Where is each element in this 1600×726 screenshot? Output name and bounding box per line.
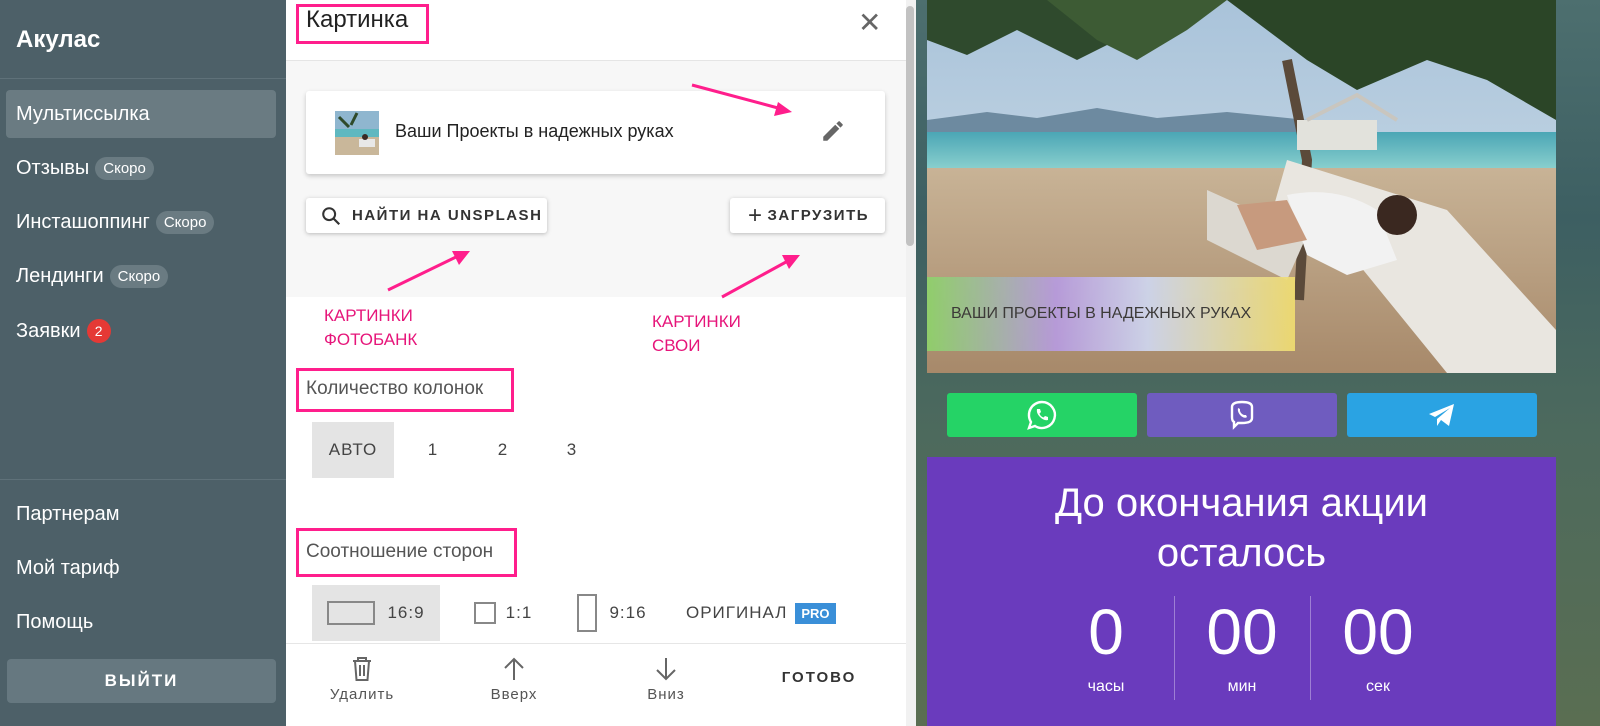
sidebar-item-multilink[interactable]: Мультиссылка (6, 90, 276, 138)
sidebar-item-partners[interactable]: Партнерам (6, 490, 276, 538)
columns-option-auto[interactable]: АВТО (312, 422, 394, 478)
countdown-hours-label: часы (1087, 678, 1125, 695)
search-icon (322, 206, 341, 225)
sidebar-item-label: Отзывы (16, 156, 90, 179)
soon-badge: Скоро (155, 210, 215, 234)
telegram-icon (1429, 404, 1454, 426)
countdown-minutes-label: мин (1227, 678, 1257, 695)
aspect-label: 9:16 (609, 603, 647, 622)
move-up-label: Вверх (490, 686, 538, 703)
upload-button[interactable]: + ЗАГРУЗИТЬ (730, 198, 885, 233)
sidebar-item-my-plan[interactable]: Мой тариф (6, 544, 276, 592)
upload-label: ЗАГРУЗИТЬ (767, 207, 870, 224)
aspect-label: 1:1 (505, 603, 533, 622)
move-up-button[interactable]: Вверх (459, 656, 569, 703)
logout-button[interactable]: ВЫЙТИ (7, 659, 276, 703)
sidebar-item-requests[interactable]: Заявки 2 (6, 307, 276, 355)
delete-button[interactable]: Удалить (307, 656, 417, 703)
image-thumbnail (335, 111, 379, 155)
sidebar: Акулас Мультиссылка Отзывы Скоро Инсташо… (0, 0, 286, 726)
arrow-down-icon (656, 658, 676, 681)
soon-badge: Скоро (109, 264, 169, 288)
sidebar-item-label: Инсташоппинг (16, 210, 150, 233)
sidebar-item-landings[interactable]: Лендинги Скоро (6, 252, 276, 300)
aspect-option-1-1[interactable]: 1:1 (458, 585, 548, 641)
columns-option-2[interactable]: 2 (474, 422, 532, 478)
count-badge: 2 (86, 319, 111, 343)
aspect-option-16-9[interactable]: 16:9 (312, 585, 440, 641)
done-button[interactable]: ГОТОВО (764, 669, 874, 686)
edit-pencil-icon[interactable] (820, 118, 846, 144)
brand-title: Акулас (16, 26, 101, 53)
columns-option-1[interactable]: 1 (404, 422, 462, 478)
portrait-frame-icon (577, 594, 598, 632)
plus-icon: + (748, 201, 764, 229)
sidebar-item-instashopping[interactable]: Инсташоппинг Скоро (6, 198, 276, 246)
arrow-up-icon (504, 657, 524, 680)
whatsapp-icon (1027, 400, 1057, 430)
countdown-minutes: 00 (1206, 596, 1278, 668)
image-card-title: Ваши Проекты в надежных руках (395, 121, 674, 141)
move-down-label: Вниз (647, 686, 685, 703)
scrollbar-thumb[interactable] (906, 6, 914, 246)
viber-icon (1230, 400, 1254, 430)
sidebar-item-label: Мультиссылка (16, 102, 150, 125)
move-down-button[interactable]: Вниз (611, 656, 721, 703)
preview-banner-label: ВАШИ ПРОЕКТЫ В НАДЕЖНЫХ РУКАХ (927, 277, 1295, 351)
whatsapp-button[interactable] (947, 393, 1137, 437)
highlight-box (296, 4, 429, 44)
divider (0, 479, 286, 480)
trash-icon (353, 657, 371, 681)
landscape-frame-icon (327, 601, 376, 625)
aspect-option-original[interactable]: ОРИГИНАЛ PRO (680, 585, 850, 641)
divider (0, 78, 286, 79)
annotation-stock-images: КАРТИНКИ ФОТОБАНК (324, 306, 418, 349)
telegram-button[interactable] (1347, 393, 1537, 437)
annotation-own-images: КАРТИНКИ СВОИ (652, 312, 741, 355)
search-unsplash-button[interactable]: НАЙТИ НА UNSPLASH (306, 198, 547, 233)
sidebar-item-reviews[interactable]: Отзывы Скоро (6, 144, 276, 192)
search-unsplash-label: НАЙТИ НА UNSPLASH (352, 207, 543, 224)
aspect-section-title: Соотношение сторон (306, 541, 494, 562)
countdown-seconds: 00 (1342, 596, 1414, 668)
sidebar-item-label: Помощь (16, 610, 94, 633)
sidebar-item-label: Партнерам (16, 502, 120, 525)
sidebar-item-label: Заявки (16, 319, 81, 342)
columns-section-title: Количество колонок (306, 378, 484, 399)
delete-label: Удалить (329, 686, 395, 703)
viber-button[interactable] (1147, 393, 1337, 437)
pro-badge: PRO (795, 602, 836, 624)
close-icon[interactable]: ✕ (858, 6, 881, 39)
aspect-label: 16:9 (387, 603, 425, 622)
soon-badge: Скоро (95, 156, 154, 180)
square-frame-icon (473, 602, 496, 624)
columns-option-3[interactable]: 3 (543, 422, 601, 478)
sidebar-item-label: Мой тариф (16, 556, 120, 579)
countdown-title: До окончания акции осталось (1054, 481, 1429, 575)
sidebar-item-label: Лендинги (16, 264, 104, 287)
aspect-label: ОРИГИНАЛ (686, 603, 788, 622)
countdown-hours: 0 (1088, 596, 1124, 668)
countdown-seconds-label: сек (1366, 678, 1390, 695)
sidebar-item-help[interactable]: Помощь (6, 598, 276, 646)
aspect-option-9-16[interactable]: 9:16 (562, 585, 662, 641)
